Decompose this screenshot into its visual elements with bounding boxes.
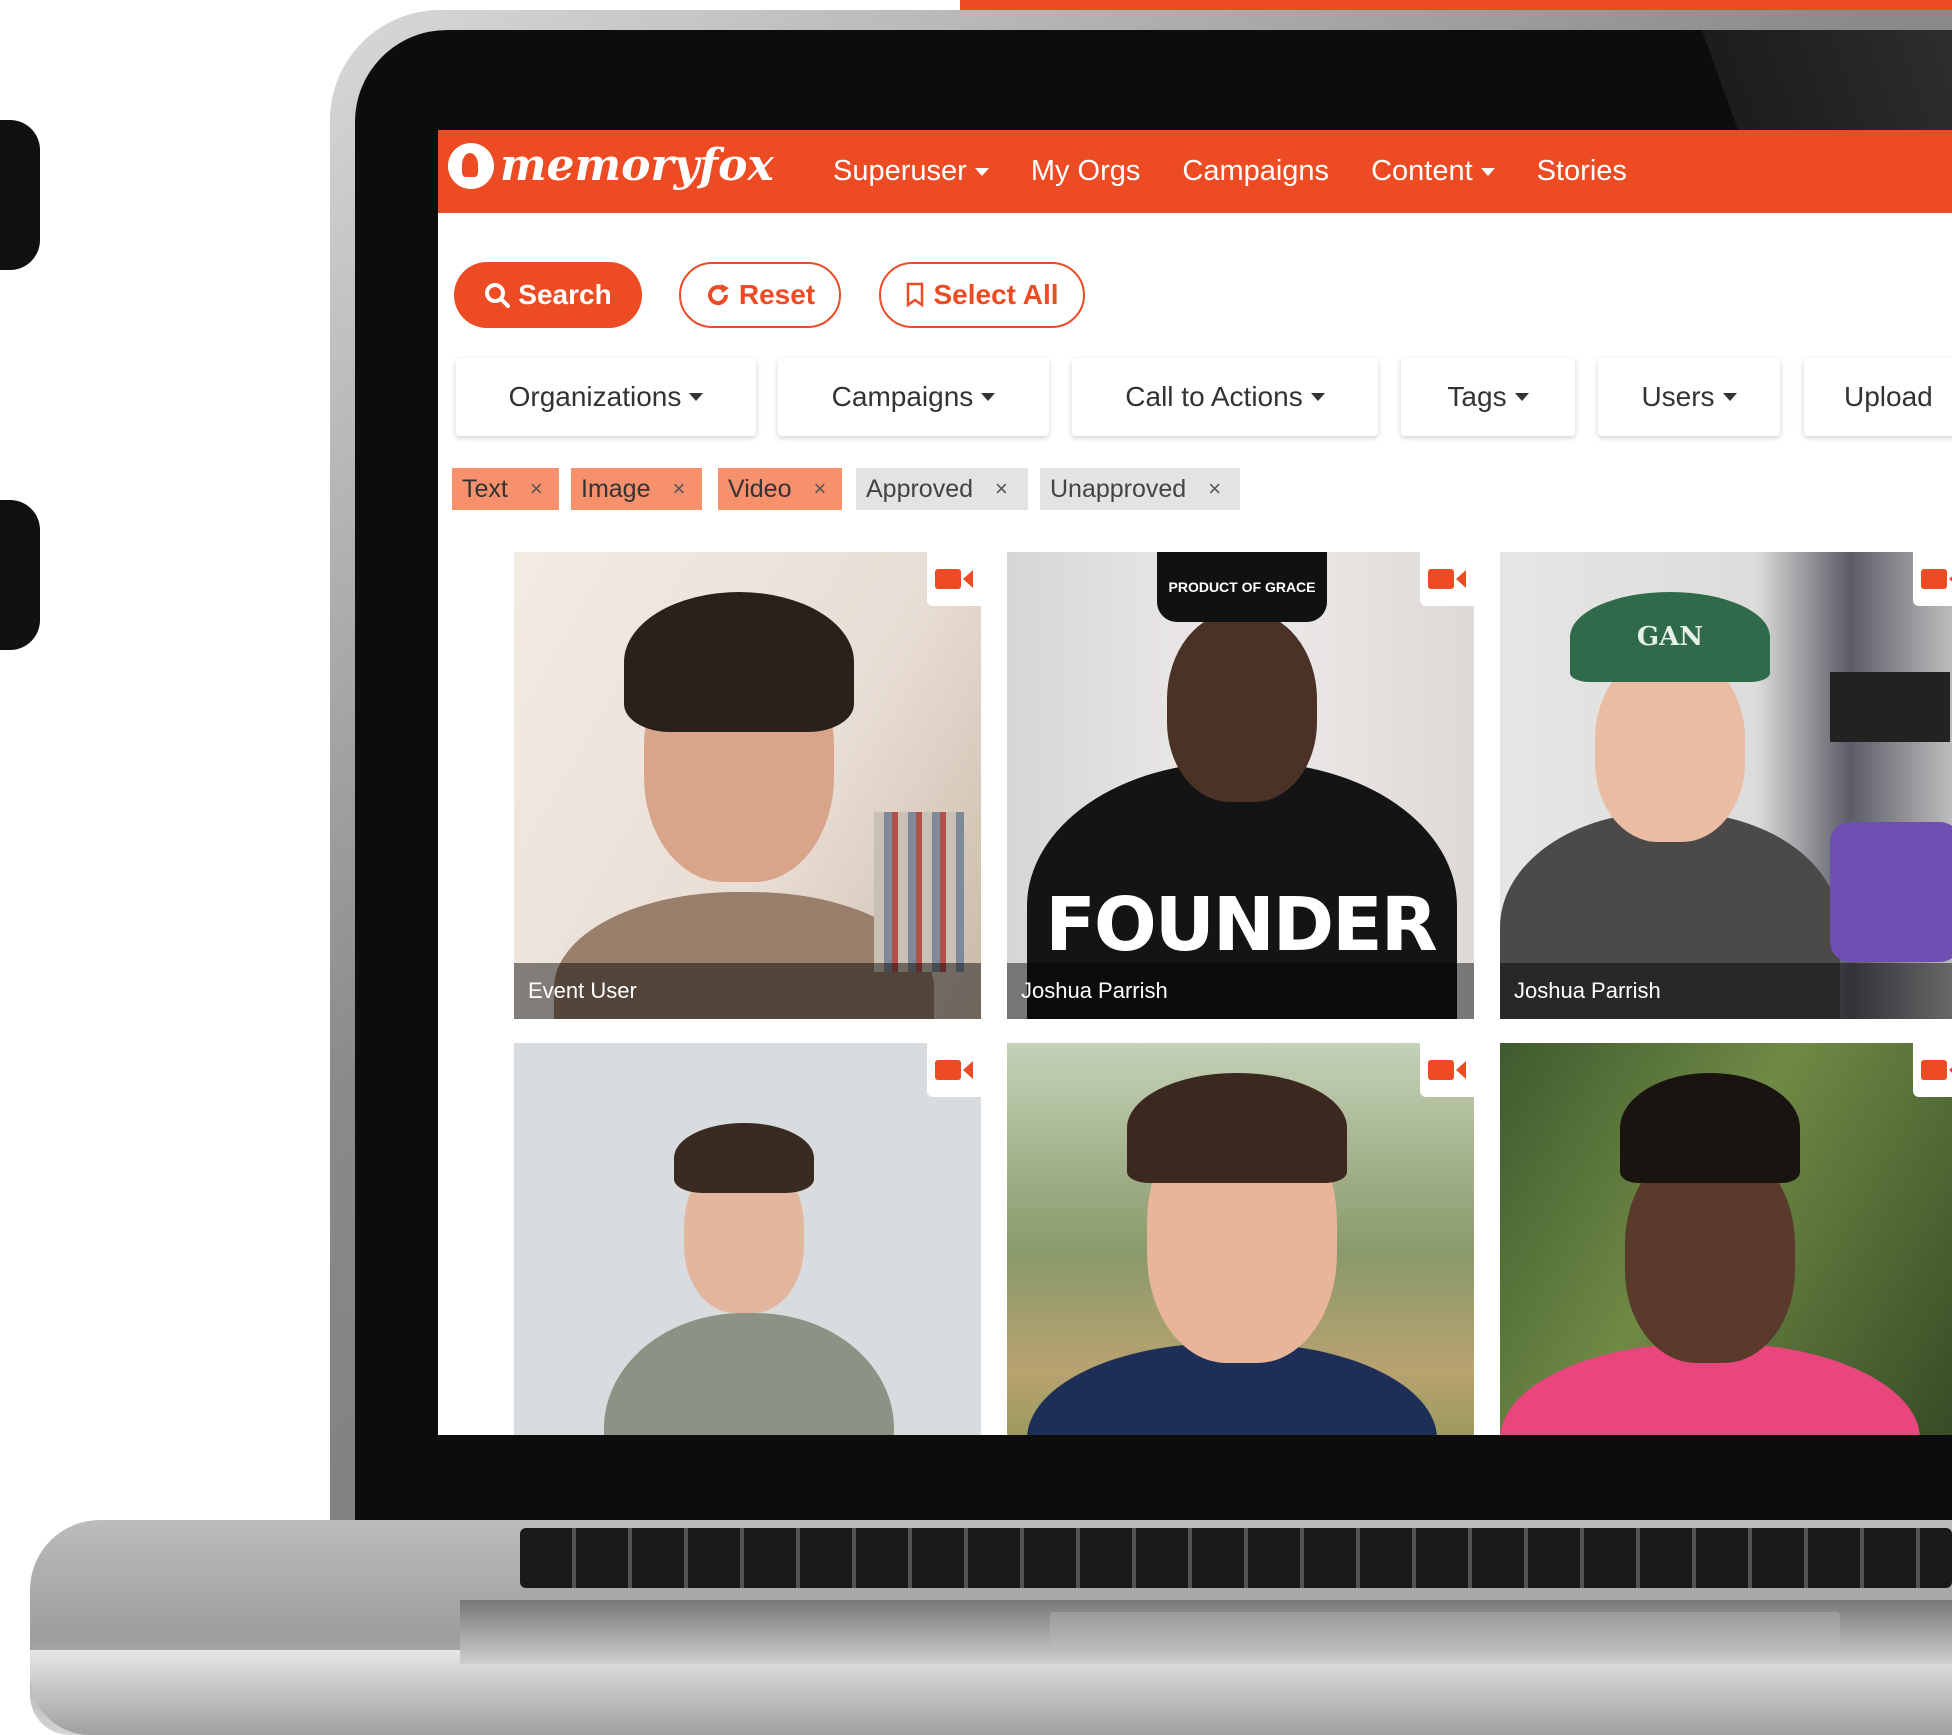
shirt-text: FOUNDER [1045, 882, 1437, 968]
media-card[interactable]: Event User [514, 552, 981, 1019]
nav-item-superuser[interactable]: Superuser [833, 155, 989, 188]
chip-label: Unapproved [1050, 474, 1187, 503]
video-camera-icon [1428, 569, 1466, 589]
reset-button-label: Reset [738, 279, 816, 310]
top-navbar: memoryfox Superuser My Orgs Campaigns Co… [438, 130, 1952, 213]
person-hair [674, 1123, 814, 1193]
video-camera-icon [1921, 569, 1952, 589]
app-logo[interactable]: memoryfox [448, 140, 774, 191]
person-face [1167, 612, 1317, 802]
decorative-glyph [0, 500, 40, 650]
chip-label: Image [581, 474, 651, 503]
office-chair-image [1830, 822, 1952, 962]
filter-label: Organizations [508, 381, 682, 412]
chip-remove-icon[interactable]: × [530, 476, 543, 502]
bookshelf-image [874, 812, 964, 972]
video-camera-icon [935, 1060, 973, 1080]
chip-text: Text × [452, 468, 559, 510]
nav-item-campaigns[interactable]: Campaigns [1182, 155, 1329, 188]
nav-item-stories[interactable]: Stories [1537, 155, 1627, 188]
media-card[interactable]: GAN Joshua Parrish [1500, 552, 1952, 1019]
video-badge [927, 552, 981, 606]
nav-item-label: Content [1371, 155, 1473, 187]
hat-text: PRODUCT OF GRACE [1157, 552, 1327, 622]
video-camera-icon [1921, 1060, 1952, 1080]
caret-down-icon [981, 393, 996, 401]
chip-remove-icon[interactable]: × [995, 476, 1008, 502]
caret-down-icon [974, 167, 989, 176]
nav-menu: Superuser My Orgs Campaigns Content Stor… [833, 130, 1627, 213]
caret-down-icon [1722, 393, 1737, 401]
caret-down-icon [1480, 167, 1495, 176]
filter-tags[interactable]: Tags [1401, 358, 1575, 436]
screen-glare [1701, 30, 1952, 130]
select-all-button[interactable]: Select All [879, 262, 1085, 328]
search-button-label: Search [518, 279, 612, 310]
video-camera-icon [935, 569, 973, 589]
chip-label: Video [728, 474, 792, 503]
chip-image: Image × [571, 468, 702, 510]
person-hair [1127, 1073, 1347, 1183]
chip-video: Video × [718, 468, 842, 510]
filter-call-to-actions[interactable]: Call to Actions [1072, 358, 1378, 436]
refresh-icon [705, 282, 731, 308]
person-hair [624, 592, 854, 732]
video-camera-icon [1428, 1060, 1466, 1080]
filter-users[interactable]: Users [1598, 358, 1780, 436]
filter-label: Campaigns [831, 381, 974, 412]
filter-campaigns[interactable]: Campaigns [778, 358, 1049, 436]
cap-text: GAN [1570, 592, 1770, 682]
media-card[interactable] [1500, 1043, 1952, 1435]
video-badge [1913, 552, 1952, 606]
monitor-image [1830, 672, 1950, 742]
decorative-glyph [0, 120, 40, 270]
media-card[interactable] [514, 1043, 981, 1435]
chip-label: Approved [866, 474, 974, 503]
media-card[interactable]: PRODUCT OF GRACE FOUNDER Joshua Parrish [1007, 552, 1474, 1019]
nav-item-label: Stories [1536, 155, 1627, 187]
app-screen: memoryfox Superuser My Orgs Campaigns Co… [438, 130, 1952, 1435]
nav-item-my-orgs[interactable]: My Orgs [1031, 155, 1141, 188]
search-button[interactable]: Search [454, 262, 642, 328]
person-hair [1620, 1073, 1800, 1183]
nav-item-content[interactable]: Content [1371, 155, 1495, 188]
media-caption: Event User [514, 963, 981, 1019]
filter-label: Tags [1447, 381, 1507, 412]
video-badge [927, 1043, 981, 1097]
chip-remove-icon[interactable]: × [672, 476, 685, 502]
logo-text: memoryfox [500, 140, 774, 191]
caret-down-icon [1310, 393, 1325, 401]
video-badge [1420, 1043, 1474, 1097]
caret-down-icon [1514, 393, 1529, 401]
media-caption: Joshua Parrish [1500, 963, 1952, 1019]
media-caption: Joshua Parrish [1007, 963, 1474, 1019]
nav-item-label: My Orgs [1030, 155, 1141, 187]
filter-label: Users [1641, 381, 1715, 412]
reset-button[interactable]: Reset [679, 262, 841, 328]
search-icon [484, 282, 511, 308]
chip-label: Text [462, 474, 508, 503]
chip-approved: Approved × [856, 468, 1028, 510]
bookmark-icon [905, 282, 925, 308]
laptop-trackpad [1050, 1612, 1840, 1652]
person-torso [604, 1313, 894, 1435]
filter-upload[interactable]: Upload [1804, 358, 1952, 436]
chip-unapproved: Unapproved × [1040, 468, 1240, 510]
video-badge [1913, 1043, 1952, 1097]
chip-remove-icon[interactable]: × [1208, 476, 1221, 502]
video-badge [1420, 552, 1474, 606]
chip-remove-icon[interactable]: × [814, 476, 827, 502]
fox-logo-icon [448, 142, 494, 189]
nav-item-label: Superuser [833, 155, 967, 187]
nav-item-label: Campaigns [1182, 155, 1330, 187]
select-all-button-label: Select All [933, 279, 1059, 310]
filter-organizations[interactable]: Organizations [456, 358, 756, 436]
filter-label: Upload [1844, 381, 1933, 412]
media-card[interactable] [1007, 1043, 1474, 1435]
caret-down-icon [689, 393, 704, 401]
laptop-keyboard [520, 1528, 1952, 1588]
filter-label: Call to Actions [1125, 381, 1303, 412]
